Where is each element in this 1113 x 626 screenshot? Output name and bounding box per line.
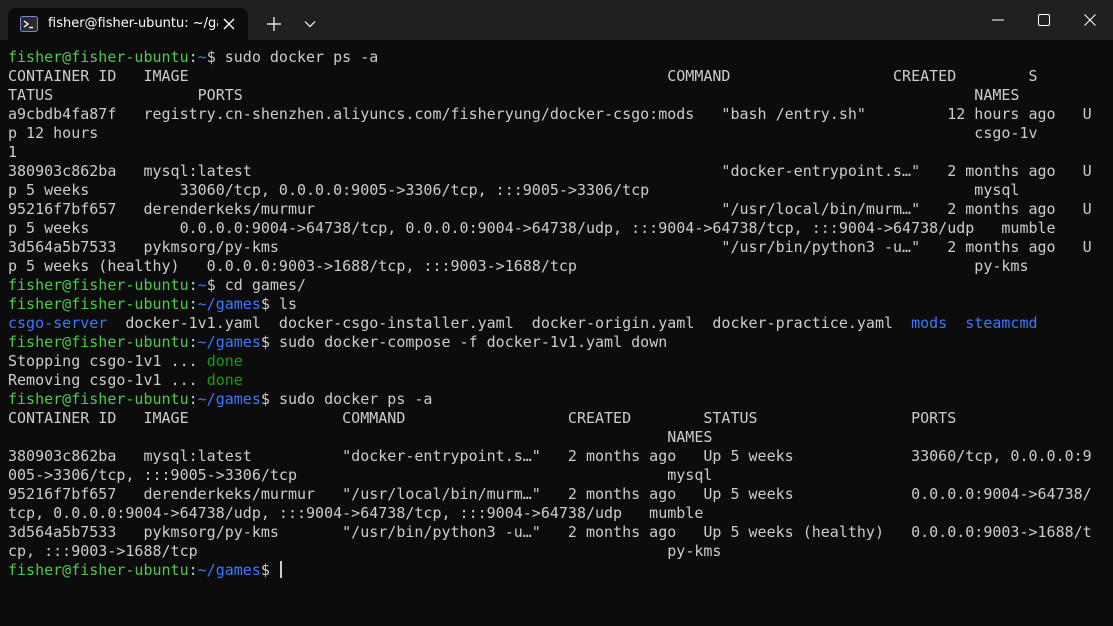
command-text: sudo docker-compose -f docker-1v1.yaml d… — [278, 333, 668, 351]
output-line: tcp, 0.0.0.0:9004->64738/udp, :::9004->6… — [8, 504, 704, 522]
output-line: cp, :::9003->1688/tcp py-kms — [8, 542, 722, 560]
output-line: 380903c862ba mysql:latest "docker-entryp… — [8, 162, 1092, 180]
output-line: 95216f7bf657 derenderkeks/murmur "/usr/l… — [8, 485, 1092, 503]
terminal-output[interactable]: fisher@fisher-ubuntu:~$ sudo docker ps -… — [0, 40, 1113, 626]
output-line: CONTAINER ID IMAGE COMMAND CREATED S — [8, 67, 1038, 85]
minimize-icon[interactable] — [975, 0, 1021, 40]
output-line: TATUS PORTS NAMES — [8, 86, 1020, 104]
title-bar: fisher@fisher-ubuntu: ~/game — [0, 0, 1113, 40]
prompt-path: ~/games — [197, 390, 261, 408]
terminal-icon — [20, 16, 38, 32]
command-line: fisher@fisher-ubuntu:~/games$ sudo docke… — [8, 333, 668, 351]
output-line: 3d564a5b7533 pykmsorg/py-kms "/usr/bin/p… — [8, 238, 1092, 256]
prompt-path: ~/games — [197, 295, 261, 313]
prompt-user: fisher@fisher-ubuntu — [8, 295, 189, 313]
dropdown-chevron-icon[interactable] — [298, 12, 322, 36]
tab-close-icon[interactable] — [220, 15, 238, 33]
output-line: p 5 weeks 33060/tcp, 0.0.0.0:9005->3306/… — [8, 181, 1020, 199]
prompt-path: ~/games — [197, 333, 261, 351]
command-text: cd games/ — [224, 276, 307, 294]
command-text: sudo docker ps -a — [278, 390, 433, 408]
done-status: done — [206, 352, 243, 370]
output-line: 380903c862ba mysql:latest "docker-entryp… — [8, 447, 1092, 465]
output-line: p 5 weeks (healthy) 0.0.0.0:9003->1688/t… — [8, 257, 1029, 275]
command-text: ls — [278, 295, 297, 313]
output-line: 005->3306/tcp, :::9005->3306/tcp mysql — [8, 466, 713, 484]
prompt-path: ~ — [197, 276, 207, 294]
command-line[interactable]: fisher@fisher-ubuntu:~/games$ — [8, 561, 282, 580]
output-line: 3d564a5b7533 pykmsorg/py-kms "/usr/bin/p… — [8, 523, 1092, 541]
output-line: a9cbdb4fa87f registry.cn-shenzhen.aliyun… — [8, 105, 1092, 123]
tab-title: fisher@fisher-ubuntu: ~/game — [48, 16, 218, 31]
output-line: CONTAINER ID IMAGE COMMAND CREATED STATU… — [8, 409, 957, 427]
prompt-user: fisher@fisher-ubuntu — [8, 276, 189, 294]
prompt-user: fisher@fisher-ubuntu — [8, 333, 189, 351]
output-line: p 5 weeks 0.0.0.0:9004->64738/tcp, 0.0.0… — [8, 219, 1056, 237]
prompt-user: fisher@fisher-ubuntu — [8, 561, 189, 579]
file-entries: docker-1v1.yaml docker-csgo-installer.ya… — [107, 314, 912, 332]
terminal-tab[interactable]: fisher@fisher-ubuntu: ~/game — [8, 8, 248, 40]
output-line: Removing csgo-1v1 ... done — [8, 371, 243, 389]
output-line: Stopping csgo-1v1 ... done — [8, 352, 243, 370]
maximize-icon[interactable] — [1021, 0, 1067, 40]
directory-entry: steamcmd — [965, 314, 1038, 332]
new-tab-icon[interactable] — [262, 12, 286, 36]
prompt-user: fisher@fisher-ubuntu — [8, 390, 189, 408]
directory-entry: csgo-server — [8, 314, 108, 332]
command-line: fisher@fisher-ubuntu:~$ cd games/ — [8, 276, 307, 294]
output-line: NAMES — [8, 428, 713, 446]
output-line: p 12 hours csgo-1v — [8, 124, 1038, 142]
prompt-user: fisher@fisher-ubuntu — [8, 48, 189, 66]
ls-output: csgo-server docker-1v1.yaml docker-csgo-… — [8, 314, 1038, 333]
text-cursor — [279, 561, 282, 578]
output-line: 1 — [8, 143, 18, 161]
command-text: sudo docker ps -a — [224, 48, 379, 66]
directory-entry: mods — [911, 314, 948, 332]
command-line: fisher@fisher-ubuntu:~/games$ ls — [8, 295, 297, 313]
command-line: fisher@fisher-ubuntu:~/games$ sudo docke… — [8, 390, 433, 408]
close-icon[interactable] — [1067, 0, 1113, 40]
prompt-path: ~ — [197, 48, 207, 66]
done-status: done — [206, 371, 243, 389]
output-line: 95216f7bf657 derenderkeks/murmur "/usr/l… — [8, 200, 1092, 218]
prompt-path: ~/games — [197, 561, 261, 579]
command-line: fisher@fisher-ubuntu:~$ sudo docker ps -… — [8, 48, 379, 66]
